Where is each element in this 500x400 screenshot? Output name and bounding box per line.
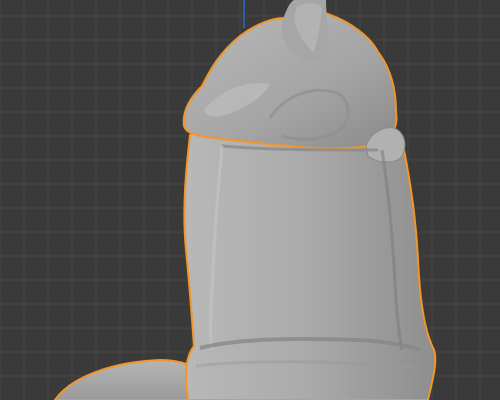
sculpt-model[interactable] bbox=[0, 0, 500, 400]
3d-viewport[interactable] bbox=[0, 0, 500, 400]
torso-shape bbox=[183, 124, 437, 400]
